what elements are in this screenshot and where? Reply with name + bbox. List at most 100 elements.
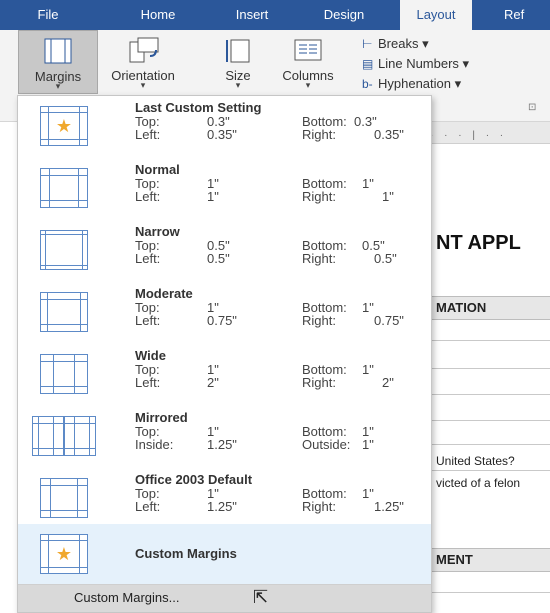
ribbon-tab-bar: File Home Insert Design Layout Ref [0,0,550,30]
doc-rule [430,394,550,395]
doc-title-fragment: NT APPL [436,232,521,254]
star-icon: ★ [55,544,73,564]
document-area: · · · | · · NT APPL MATION United States… [420,122,550,613]
doc-rule [430,420,550,421]
custom-margins-command[interactable]: Custom Margins... ⇱ [18,584,431,612]
option-name: Office 2003 Default [135,472,253,487]
doc-section-heading: MENT [430,548,550,572]
option-key: Left: [135,313,161,328]
page-margins-icon [40,292,88,332]
page-margins-icon [40,168,88,208]
margin-option-wide[interactable]: Wide Top: 1" Bottom: 1" Left: 2" Right: … [18,344,431,404]
doc-question: United States? [436,454,515,468]
option-value: 1" [362,437,374,452]
breaks-label: Breaks ▾ [378,36,429,51]
option-key: Left: [135,375,161,390]
option-value: 0.75" [207,313,237,328]
option-key: Left: [135,189,161,204]
option-value: 0.5" [374,251,397,266]
page-margins-icon [32,416,64,456]
tab-home[interactable]: Home [128,0,188,30]
option-value: 2" [207,375,219,390]
margin-option-moderate[interactable]: Moderate Top: 1" Bottom: 1" Left: 0.75" … [18,282,431,342]
option-value: 1" [362,300,374,315]
columns-icon [294,39,322,61]
option-value: 0.5" [207,251,230,266]
option-key: Right: [302,313,336,328]
chevron-down-icon: ▾ [140,80,146,90]
option-key: Right: [302,375,336,390]
margins-dropdown: ★ Last Custom Setting Top: 0.3" Bottom: … [17,95,432,613]
page-margins-icon [64,416,96,456]
option-value: 1.25" [207,499,237,514]
option-key: Left: [135,251,161,266]
option-value: 1" [362,176,374,191]
size-icon [226,39,250,63]
doc-rule [430,368,550,369]
margin-option-last-custom[interactable]: ★ Last Custom Setting Top: 0.3" Bottom: … [18,96,431,156]
tab-insert[interactable]: Insert [224,0,280,30]
tab-references[interactable]: Ref [504,0,550,30]
option-name: Custom Margins [135,546,237,561]
chevron-down-icon: ▾ [55,81,61,91]
tab-design[interactable]: Design [312,0,376,30]
option-key: Inside: [135,437,174,452]
option-value: 1.25" [207,437,237,452]
breaks-button[interactable]: ⊢ Breaks ▾ [362,36,429,52]
option-value: 2" [382,375,394,390]
dialog-launcher-icon[interactable]: ⊡ [528,102,536,113]
chevron-down-icon: ▾ [235,80,241,90]
line-numbers-label: Line Numbers ▾ [378,56,470,71]
option-key: Right: [302,499,336,514]
option-key: Right: [302,189,336,204]
doc-question: victed of a felon [436,476,521,490]
option-name: Normal [135,162,180,177]
custom-margins-label: Custom Margins... [74,590,180,605]
margins-button[interactable]: Margins ▾ [18,30,98,94]
tab-file[interactable]: File [28,0,68,30]
orientation-icon [129,37,159,63]
option-value: 1" [207,189,219,204]
margin-option-office-2003[interactable]: Office 2003 Default Top: 1" Bottom: 1" L… [18,468,431,528]
star-icon: ★ [55,116,73,136]
option-value: 0.35" [374,127,404,142]
hyphenation-icon: b- [362,77,373,91]
hyphenation-label: Hyphenation ▾ [378,76,462,91]
margin-option-normal[interactable]: Normal Top: 1" Bottom: 1" Left: 1" Right… [18,158,431,218]
doc-rule [430,592,550,593]
chevron-down-icon: ▾ [305,80,311,90]
doc-rule [430,340,550,341]
mouse-pointer-icon: ⇱ [253,587,269,607]
option-name: Mirrored [135,410,188,425]
ruler: · · · | · · [420,122,550,144]
columns-button[interactable]: Columns ▾ [272,30,344,94]
page-margins-icon: ★ [40,534,88,574]
size-button[interactable]: Size ▾ [214,30,262,94]
option-value: 0.35" [207,127,237,142]
option-key: Left: [135,127,161,142]
margin-option-custom[interactable]: ★ Custom Margins [18,524,431,584]
option-key: Left: [135,499,161,514]
page-margins-icon [40,354,88,394]
option-name: Moderate [135,286,193,301]
line-numbers-button[interactable]: ▤ Line Numbers ▾ [362,56,469,72]
doc-section-heading: MATION [430,296,550,320]
option-key: Outside: [302,437,351,452]
orientation-button[interactable]: Orientation ▾ [102,30,184,94]
tab-layout[interactable]: Layout [400,0,472,30]
option-name: Narrow [135,224,180,239]
page-margins-icon [40,478,88,518]
page-margins-icon [40,230,88,270]
option-key: Right: [302,251,336,266]
margins-icon [44,38,72,64]
margin-option-narrow[interactable]: Narrow Top: 0.5" Bottom: 0.5" Left: 0.5"… [18,220,431,280]
option-value: 1" [362,486,374,501]
option-name: Last Custom Setting [135,100,262,115]
line-numbers-icon: ▤ [362,57,374,71]
hyphenation-button[interactable]: b- Hyphenation ▾ [362,76,461,92]
option-value: 0.75" [374,313,404,328]
option-key: Right: [302,127,336,142]
page-margins-icon: ★ [40,106,88,146]
margin-option-mirrored[interactable]: Mirrored Top: 1" Bottom: 1" Inside: 1.25… [18,406,431,466]
option-value: 1.25" [374,499,404,514]
